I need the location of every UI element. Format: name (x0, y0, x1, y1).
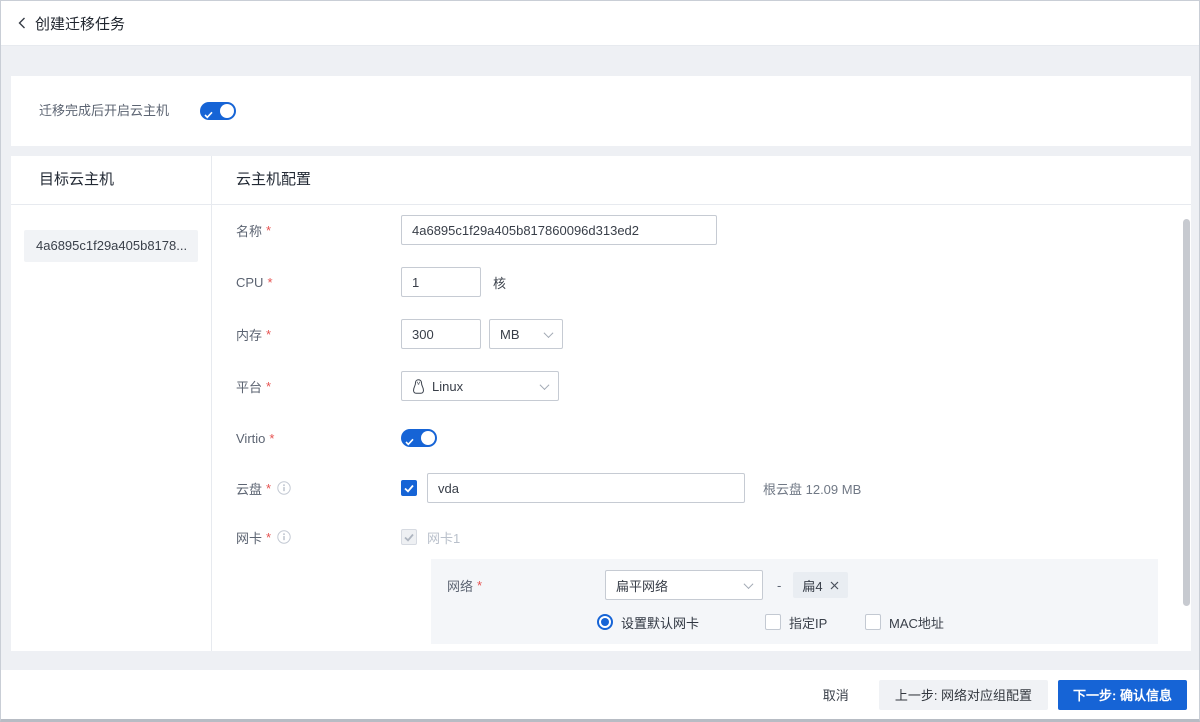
target-vm-list-item[interactable]: 4a6895c1f29a405b8178... (24, 230, 198, 262)
chevron-down-icon (540, 380, 550, 390)
page-title: 创建迁移任务 (35, 13, 125, 34)
power-on-section: 迁移完成后开启云主机 (11, 76, 1191, 146)
disk-name-input[interactable] (427, 473, 745, 503)
virtio-row: Virtio* (236, 423, 1151, 453)
assign-ip-label: 指定IP (789, 613, 827, 632)
network-label: 网络* (447, 576, 605, 595)
network-tag: 扁4 (793, 572, 847, 598)
target-vm-panel-title: 目标云主机 (39, 156, 114, 204)
next-step-button[interactable]: 下一步: 确认信息 (1058, 680, 1187, 710)
platform-label: 平台* (236, 377, 401, 396)
name-input[interactable] (401, 215, 717, 245)
tag-remove-button[interactable] (830, 581, 839, 590)
disk-label: 云盘* (236, 479, 401, 498)
cpu-label: CPU* (236, 275, 401, 290)
toggle-knob (421, 431, 435, 445)
name-row: 名称* (236, 215, 1151, 245)
cpu-row: CPU* 核 (236, 267, 1151, 297)
network-tag-label: 扁4 (802, 576, 822, 595)
network-type-select[interactable]: 扁平网络 (605, 570, 763, 600)
platform-select[interactable]: Linux (401, 371, 559, 401)
nic-checkbox (401, 529, 417, 545)
name-label: 名称* (236, 221, 401, 240)
cpu-input[interactable] (401, 267, 481, 297)
memory-unit-select[interactable]: MB (489, 319, 563, 349)
mac-address-label: MAC地址 (889, 613, 944, 632)
virtio-toggle[interactable] (401, 429, 437, 447)
checkbox-icon (765, 614, 781, 630)
chevron-left-icon (16, 16, 28, 30)
disk-checkbox[interactable] (401, 480, 417, 496)
mac-address-checkbox[interactable]: MAC地址 (857, 607, 944, 637)
power-on-label: 迁移完成后开启云主机 (39, 76, 169, 146)
checkbox-icon (865, 614, 881, 630)
power-on-toggle[interactable] (200, 102, 236, 120)
prev-step-button[interactable]: 上一步: 网络对应组配置 (879, 680, 1048, 710)
heading-rule (11, 204, 1191, 205)
info-icon[interactable] (277, 530, 291, 544)
linux-icon (412, 379, 425, 394)
network-row: 网络* 扁平网络 - 扁4 (447, 570, 848, 600)
check-icon (405, 434, 414, 449)
page-header: 创建迁移任务 (1, 1, 1199, 46)
chevron-down-icon (744, 579, 754, 589)
default-nic-label: 设置默认网卡 (621, 613, 699, 632)
create-migration-task-page: 创建迁移任务 迁移完成后开启云主机 目标云主机 云主机配置 4a6895c1f2… (0, 0, 1200, 722)
vertical-scrollbar-thumb[interactable] (1183, 219, 1190, 606)
dash-separator: - (777, 578, 781, 593)
toggle-knob (220, 104, 234, 118)
memory-label: 内存* (236, 325, 401, 344)
main-panel: 目标云主机 云主机配置 4a6895c1f29a405b8178... 名称* … (11, 156, 1191, 651)
memory-row: 内存* MB (236, 319, 1151, 349)
platform-row: 平台* Linux (236, 371, 1151, 401)
radio-icon (597, 614, 613, 630)
default-nic-radio[interactable]: 设置默认网卡 (589, 607, 699, 637)
check-icon (404, 533, 414, 542)
cancel-button[interactable]: 取消 (823, 685, 849, 704)
chevron-down-icon (544, 328, 554, 338)
root-disk-note: 根云盘 12.09 MB (763, 479, 861, 498)
panel-divider (211, 156, 212, 651)
close-icon (830, 581, 839, 590)
back-button[interactable] (16, 16, 28, 30)
cpu-unit-label: 核 (493, 273, 506, 292)
info-icon[interactable] (277, 481, 291, 495)
vm-config-panel-title: 云主机配置 (236, 156, 311, 204)
check-icon (204, 107, 213, 122)
footer-bar: 取消 上一步: 网络对应组配置 下一步: 确认信息 (1, 670, 1199, 719)
nic-row: 网卡* 网卡1 (236, 522, 1151, 552)
virtio-label: Virtio* (236, 431, 401, 446)
memory-input[interactable] (401, 319, 481, 349)
assign-ip-checkbox[interactable]: 指定IP (757, 607, 827, 637)
network-options-row: 设置默认网卡 指定IP MAC地址 (431, 607, 1158, 637)
check-icon (404, 484, 414, 493)
nic1-label: 网卡1 (427, 528, 460, 547)
nic-label: 网卡* (236, 528, 401, 547)
nic-network-panel: 网络* 扁平网络 - 扁4 设置默认网卡 (431, 559, 1158, 644)
disk-row: 云盘* 根云盘 12.09 MB (236, 473, 1151, 503)
